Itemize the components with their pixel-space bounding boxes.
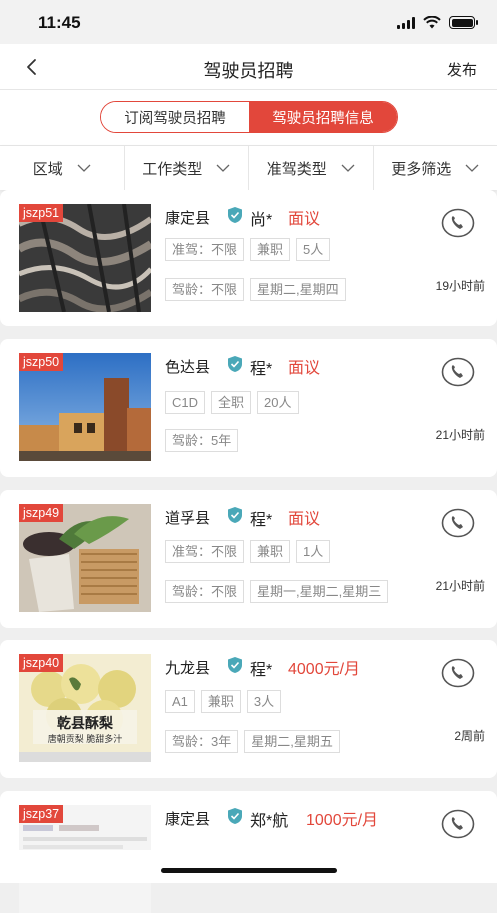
experience-chip: 驾龄：5年 <box>165 429 238 452</box>
posted-time: 2周前 <box>454 727 485 744</box>
listing-card[interactable]: jszp40 乾县酥梨 唐朝贡梨 脆甜多汁 九龙县 程* 4000元/月 A1 … <box>0 640 497 778</box>
poster-name: 郑*航 <box>250 807 288 831</box>
listing-tags: A1 兼职 3人 <box>165 690 281 713</box>
filter-label: 更多筛选 <box>391 158 451 179</box>
license-chip: 准驾：不限 <box>165 540 244 563</box>
phone-icon[interactable] <box>441 357 475 387</box>
filter-job-type[interactable]: 工作类型 <box>125 146 250 190</box>
schedule-chip: 星期二,星期四 <box>250 278 346 301</box>
chevron-down-icon <box>341 164 355 172</box>
listing-salary: 面议 <box>288 354 320 378</box>
tab-subscribe[interactable]: 订阅驾驶员招聘 <box>101 102 249 132</box>
listing-tags: 准驾：不限 兼职 5人 <box>165 238 330 261</box>
listing-location: 康定县 <box>165 207 210 228</box>
verified-shield-icon <box>227 506 243 524</box>
nav-bar: 驾驶员招聘 发布 <box>0 44 497 90</box>
poster-name: 程* <box>250 656 272 680</box>
page-title: 驾驶员招聘 <box>0 57 497 83</box>
listing-card[interactable]: jszp51 康定县 尚* 面议 准驾：不限 兼职 5人 驾龄：不限 星期二,星… <box>0 190 497 326</box>
phone-icon[interactable] <box>441 809 475 839</box>
home-indicator[interactable] <box>161 868 337 873</box>
listing-salary: 面议 <box>288 205 320 229</box>
chevron-down-icon <box>77 164 91 172</box>
listing-tags-2: 驾龄：5年 <box>165 429 238 452</box>
listing-photo: jszp51 <box>19 204 151 312</box>
listing-id-badge: jszp50 <box>19 353 63 371</box>
headcount-chip: 20人 <box>257 391 298 414</box>
listing-card[interactable]: jszp50 色达县 程* 面议 C1D 全职 20人 驾龄：5年 21小时前 <box>0 339 497 477</box>
status-time: 11:45 <box>38 13 81 33</box>
phone-icon[interactable] <box>441 658 475 688</box>
listing-tags-2: 驾龄：不限 星期一,星期二,星期三 <box>165 580 388 603</box>
chevron-down-icon <box>216 164 230 172</box>
headcount-chip: 5人 <box>296 238 330 261</box>
job-type-chip: 兼职 <box>250 540 290 563</box>
experience-chip: 驾龄：不限 <box>165 278 244 301</box>
image-subtitle-text: 唐朝贡梨 脆甜多汁 <box>19 732 151 745</box>
status-icons <box>397 16 475 29</box>
listing-salary: 面议 <box>288 505 320 529</box>
listing-id-badge: jszp37 <box>19 805 63 823</box>
listing-tags: C1D 全职 20人 <box>165 391 299 414</box>
filter-more[interactable]: 更多筛选 <box>374 146 497 190</box>
listing-id-badge: jszp51 <box>19 204 63 222</box>
listing-tags-2: 驾龄：3年 星期二,星期五 <box>165 730 340 753</box>
job-type-chip: 全职 <box>211 391 251 414</box>
license-chip: 准驾：不限 <box>165 238 244 261</box>
listing-location: 色达县 <box>165 356 210 377</box>
filter-label: 工作类型 <box>142 158 202 179</box>
phone-icon[interactable] <box>441 208 475 238</box>
poster-name: 尚* <box>250 206 272 230</box>
listing-id-badge: jszp49 <box>19 504 63 522</box>
tab-recruitment-info[interactable]: 驾驶员招聘信息 <box>249 102 397 132</box>
license-chip: C1D <box>165 391 205 414</box>
verified-shield-icon <box>227 656 243 674</box>
listing-location: 九龙县 <box>165 657 210 678</box>
phone-icon[interactable] <box>441 508 475 538</box>
poster-name: 程* <box>250 506 272 530</box>
listing-location: 康定县 <box>165 808 210 829</box>
listing-id-badge: jszp40 <box>19 654 63 672</box>
verified-shield-icon <box>227 807 243 825</box>
listing-tags-2: 驾龄：不限 星期二,星期四 <box>165 278 346 301</box>
verified-shield-icon <box>227 355 243 373</box>
listing-salary: 1000元/月 <box>306 806 378 830</box>
listing-card[interactable]: jszp49 道孚县 程* 面议 准驾：不限 兼职 1人 驾龄：不限 星期一,星… <box>0 490 497 628</box>
posted-time: 21小时前 <box>436 577 485 594</box>
job-type-chip: 兼职 <box>250 238 290 261</box>
headcount-chip: 1人 <box>296 540 330 563</box>
publish-button[interactable]: 发布 <box>447 59 477 80</box>
schedule-chip: 星期一,星期二,星期三 <box>250 580 388 603</box>
schedule-chip: 星期二,星期五 <box>244 730 340 753</box>
segmented-control: 订阅驾驶员招聘 驾驶员招聘信息 <box>100 101 398 133</box>
image-title-text: 乾县酥梨 <box>19 713 151 733</box>
posted-time: 21小时前 <box>436 426 485 443</box>
bottom-safe-area <box>0 850 497 883</box>
posted-time: 19小时前 <box>436 277 485 294</box>
filter-label: 准驾类型 <box>267 158 327 179</box>
signal-icon <box>397 17 415 29</box>
filter-bar: 区域 工作类型 准驾类型 更多筛选 <box>0 146 497 190</box>
filter-label: 区域 <box>33 158 63 179</box>
battery-icon <box>449 16 475 29</box>
segment-bar: 订阅驾驶员招聘 驾驶员招聘信息 <box>0 90 497 146</box>
experience-chip: 驾龄：3年 <box>165 730 238 753</box>
chevron-down-icon <box>465 164 479 172</box>
job-type-chip: 兼职 <box>201 690 241 713</box>
listing-location: 道孚县 <box>165 507 210 528</box>
status-bar: 11:45 <box>0 0 497 44</box>
listing-salary: 4000元/月 <box>288 655 360 679</box>
verified-shield-icon <box>227 206 243 224</box>
listing-tags: 准驾：不限 兼职 1人 <box>165 540 330 563</box>
poster-name: 程* <box>250 355 272 379</box>
filter-region[interactable]: 区域 <box>0 146 125 190</box>
wifi-icon <box>423 16 441 29</box>
listing-photo: jszp40 乾县酥梨 唐朝贡梨 脆甜多汁 <box>19 654 151 762</box>
experience-chip: 驾龄：不限 <box>165 580 244 603</box>
license-chip: A1 <box>165 690 195 713</box>
listing-photo: jszp50 <box>19 353 151 461</box>
filter-license-type[interactable]: 准驾类型 <box>249 146 374 190</box>
headcount-chip: 3人 <box>247 690 281 713</box>
listing-photo: jszp49 <box>19 504 151 612</box>
